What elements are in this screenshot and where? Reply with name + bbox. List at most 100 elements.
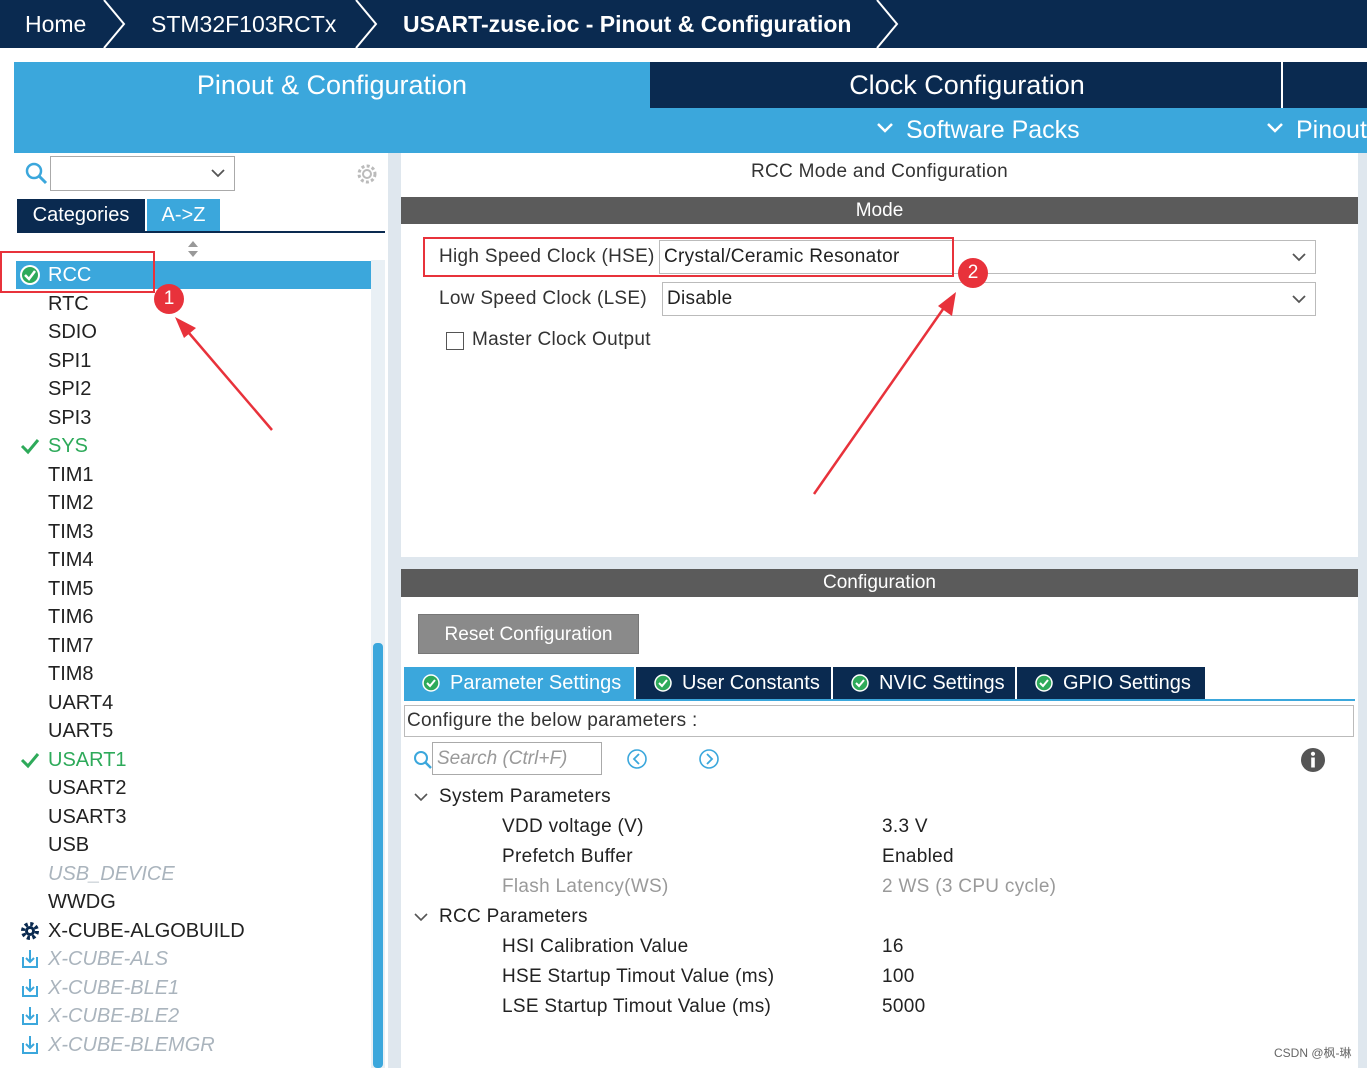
mode-divider[interactable] xyxy=(401,557,1358,569)
list-item-x-cube-algobuild[interactable]: X-CUBE-ALGOBUILD xyxy=(16,917,372,945)
lse-select-value: Disable xyxy=(667,288,733,309)
rcc-config-panel: RCC Mode and Configuration Mode High Spe… xyxy=(401,153,1358,1068)
list-item-x-cube-als[interactable]: X-CUBE-ALS xyxy=(16,945,372,973)
annotation-marker-2: 2 xyxy=(958,258,988,288)
list-item-sdio[interactable]: SDIO xyxy=(16,318,372,346)
list-item-usart3[interactable]: USART3 xyxy=(16,803,372,831)
list-item-wwdg[interactable]: WWDG xyxy=(16,888,372,916)
list-item-x-cube-ble1[interactable]: X-CUBE-BLE1 xyxy=(16,974,372,1002)
software-packs-menu[interactable]: Software Packs xyxy=(876,108,1080,153)
list-item-tim6[interactable]: TIM6 xyxy=(16,603,372,631)
chevron-down-icon xyxy=(1292,253,1306,262)
list-item-tim7[interactable]: TIM7 xyxy=(16,632,372,660)
sort-icon[interactable] xyxy=(186,239,200,259)
list-item-label: TIM7 xyxy=(48,635,94,657)
list-item-usart1[interactable]: USART1 xyxy=(16,746,372,774)
list-item-spi1[interactable]: SPI1 xyxy=(16,347,372,375)
checkmark-icon xyxy=(20,753,40,769)
panel-divider[interactable] xyxy=(388,153,401,1068)
lse-select[interactable]: Disable xyxy=(662,282,1316,316)
system-parameters-group[interactable]: System Parameters xyxy=(439,786,611,808)
chevron-down-icon xyxy=(877,123,893,134)
list-item-tim4[interactable]: TIM4 xyxy=(16,546,372,574)
tab-nvic-settings[interactable]: NVIC Settings xyxy=(833,667,1015,699)
tab-pinout-configuration[interactable]: Pinout & Configuration xyxy=(14,62,650,108)
configure-hint: Configure the below parameters : xyxy=(404,705,1354,737)
breadcrumb-project[interactable]: USART-zuse.ioc - Pinout & Configuration xyxy=(403,0,851,48)
panel-title: RCC Mode and Configuration xyxy=(750,161,1009,182)
list-item-usb-device[interactable]: USB_DEVICE xyxy=(16,860,372,888)
tab-user-constants[interactable]: User Constants xyxy=(636,667,831,699)
search-icon[interactable] xyxy=(413,750,433,770)
list-item-tim1[interactable]: TIM1 xyxy=(16,461,372,489)
list-item-tim2[interactable]: TIM2 xyxy=(16,489,372,517)
param-name: HSE Startup Timout Value (ms) xyxy=(502,966,775,987)
breadcrumb-chevron-icon xyxy=(103,0,126,48)
breadcrumb-device[interactable]: STM32F103RCTx xyxy=(151,0,336,48)
main-tab-bar: Pinout & Configuration Clock Configurati… xyxy=(14,62,1367,108)
download-icon xyxy=(22,979,38,997)
list-item-label: TIM4 xyxy=(48,549,94,571)
check-circle-icon xyxy=(851,674,869,692)
list-item-x-cube-blemgr[interactable]: X-CUBE-BLEMGR xyxy=(16,1031,372,1059)
param-value[interactable]: Enabled xyxy=(882,846,954,868)
list-item-label: UART5 xyxy=(48,720,114,742)
list-item-label: X-CUBE-BLEMGR xyxy=(48,1034,215,1056)
param-value[interactable]: 16 xyxy=(882,936,904,958)
pinout-menu[interactable]: Pinout xyxy=(1266,108,1367,153)
list-item-rtc[interactable]: RTC xyxy=(16,290,372,318)
rcc-parameters-group[interactable]: RCC Parameters xyxy=(439,906,588,928)
list-item-tim3[interactable]: TIM3 xyxy=(16,518,372,546)
param-value[interactable]: 100 xyxy=(882,966,915,988)
chevron-down-icon[interactable] xyxy=(413,791,429,803)
list-item-usb[interactable]: USB xyxy=(16,831,372,859)
search-icon[interactable] xyxy=(24,161,48,185)
list-item-x-cube-ble2[interactable]: X-CUBE-BLE2 xyxy=(16,1002,372,1030)
list-item-uart4[interactable]: UART4 xyxy=(16,689,372,717)
lse-label: Low Speed Clock (LSE) xyxy=(439,288,648,309)
previous-icon[interactable] xyxy=(626,748,648,770)
info-icon[interactable] xyxy=(1300,747,1326,773)
list-item-label: TIM8 xyxy=(48,663,94,685)
list-item-uart5[interactable]: UART5 xyxy=(16,717,372,745)
list-item-label: TIM5 xyxy=(48,578,94,600)
tab-parameter-settings[interactable]: Parameter Settings xyxy=(404,667,634,699)
right-scrollbar[interactable] xyxy=(1358,153,1367,1068)
list-item-tim5[interactable]: TIM5 xyxy=(16,575,372,603)
list-item-label: USART2 xyxy=(48,777,127,799)
list-item-label: X-CUBE-ALS xyxy=(48,948,169,970)
sidebar-scrollbar-thumb[interactable] xyxy=(373,643,383,1068)
list-item-tim8[interactable]: TIM8 xyxy=(16,660,372,688)
next-icon[interactable] xyxy=(698,748,720,770)
gear-icon[interactable] xyxy=(354,161,380,187)
param-value[interactable]: 5000 xyxy=(882,996,925,1018)
parameter-search-input[interactable]: Search (Ctrl+F) xyxy=(432,742,602,775)
list-item-spi2[interactable]: SPI2 xyxy=(16,375,372,403)
list-item-label: USB_DEVICE xyxy=(48,863,175,885)
list-item-spi3[interactable]: SPI3 xyxy=(16,404,372,432)
breadcrumb-home[interactable]: Home xyxy=(25,0,86,48)
reset-configuration-button[interactable]: Reset Configuration xyxy=(418,614,639,654)
list-item-label: RTC xyxy=(48,293,89,315)
list-item-label: X-CUBE-ALGOBUILD xyxy=(48,920,245,942)
mco-checkbox[interactable] xyxy=(446,332,464,350)
tab-categories[interactable]: Categories xyxy=(17,199,145,231)
list-item-label: TIM1 xyxy=(48,464,94,486)
component-search-combo[interactable] xyxy=(50,156,235,191)
tab-a-to-z[interactable]: A->Z xyxy=(147,199,220,231)
param-name: LSE Startup Timout Value (ms) xyxy=(502,996,772,1017)
list-item-label: UART4 xyxy=(48,692,114,714)
chevron-down-icon xyxy=(1292,295,1306,304)
tab-clock-configuration[interactable]: Clock Configuration xyxy=(652,62,1282,108)
tab-gpio-settings[interactable]: GPIO Settings xyxy=(1017,667,1205,699)
check-circle-icon xyxy=(1035,674,1053,692)
param-value[interactable]: 3.3 V xyxy=(882,816,928,838)
watermark: CSDN @枫-琳 xyxy=(1274,1046,1352,1060)
param-name: HSI Calibration Value xyxy=(502,936,689,957)
list-item-usart2[interactable]: USART2 xyxy=(16,774,372,802)
list-item-label: WWDG xyxy=(48,891,116,913)
chevron-down-icon[interactable] xyxy=(413,911,429,923)
list-item-label: SDIO xyxy=(48,321,97,343)
list-item-sys[interactable]: SYS xyxy=(16,432,372,460)
software-packs-label: Software Packs xyxy=(906,116,1080,144)
